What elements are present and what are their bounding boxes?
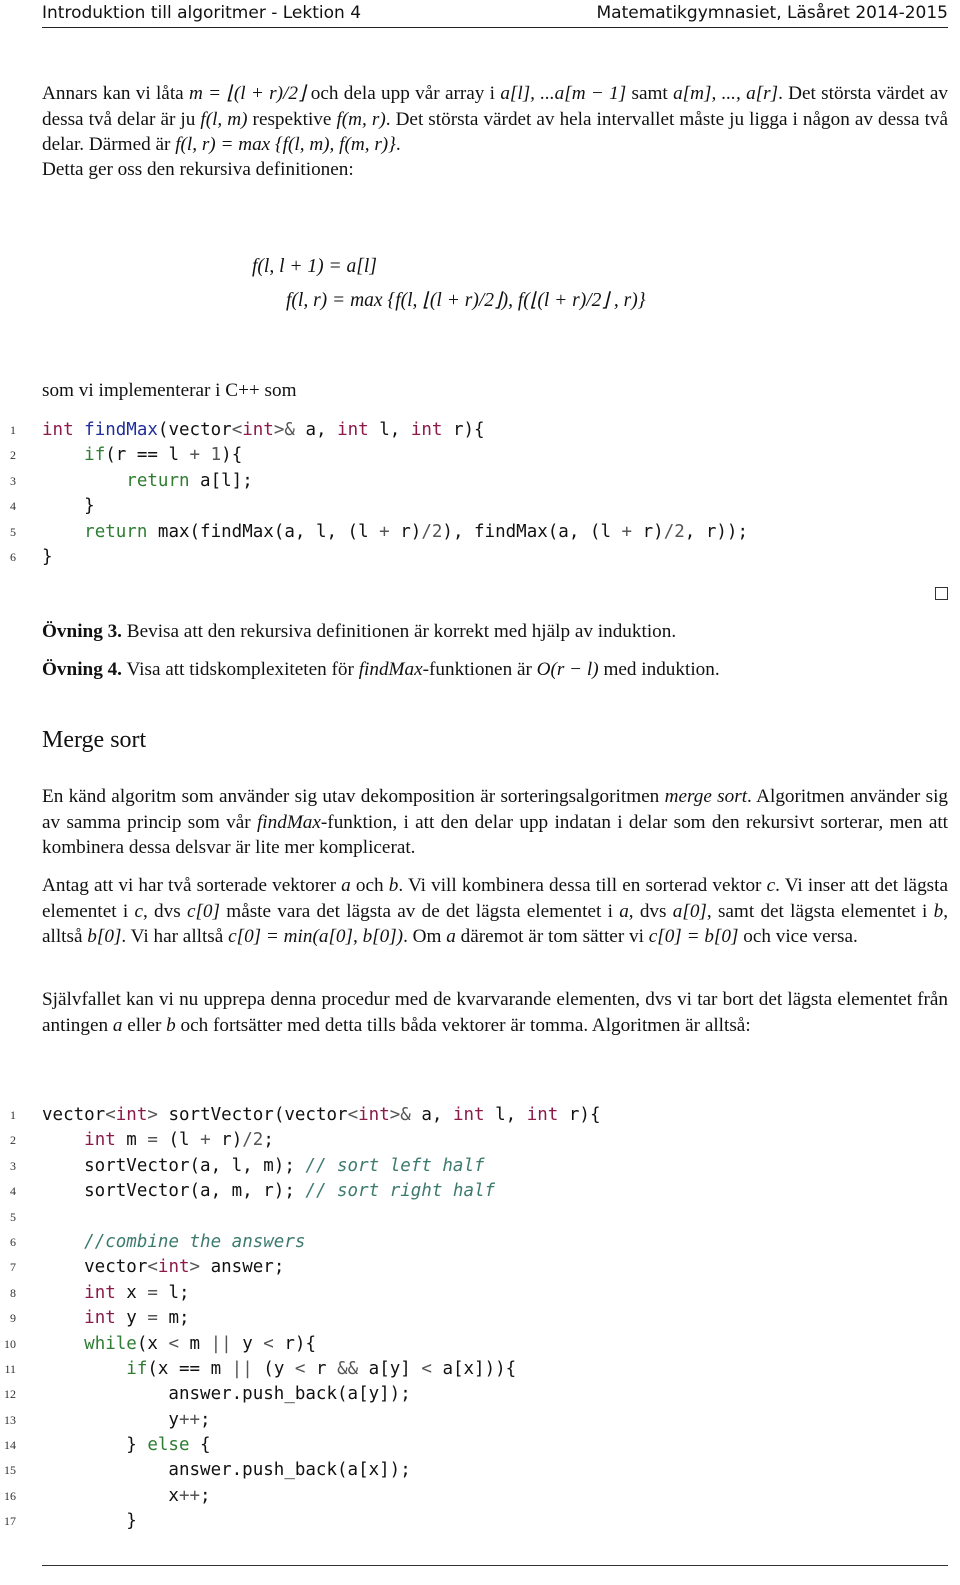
code-text: int findMax(vector<int>& a, int l, int r… (42, 420, 485, 440)
line-number: 13 (4, 1412, 16, 1427)
line-number: 1 (10, 1108, 16, 1122)
code-text: vector<int> answer; (42, 1257, 285, 1278)
code-text: sortVector(a, m, r); // sort right half (42, 1181, 496, 1202)
code-listing-sortvector: 1 vector<int> sortVector(vector<int>& a, … (0, 1103, 960, 1535)
line-number: 4 (10, 499, 16, 514)
line-number: 14 (4, 1438, 16, 1453)
code-line: 5 return max(findMax(a, l, (l + r)/2), f… (0, 520, 960, 545)
code-line: 16 x++; (0, 1484, 960, 1509)
exercise-3-label: Övning 3. (42, 621, 122, 642)
line-number: 11 (4, 1361, 16, 1376)
code-text: int x = l; (84, 1282, 190, 1303)
math-right-range: a[m], ..., a[r] (673, 83, 779, 104)
line-number: 2 (10, 448, 16, 463)
code-line: 5 (0, 1205, 960, 1230)
math-f-lr-max: f(l, r) = max {f(l, m), f(m, r)} (175, 134, 396, 155)
qed-box-icon (935, 587, 948, 600)
code-line: 14 } else { (0, 1433, 960, 1458)
footer-rule (42, 1565, 948, 1566)
code-line: 7 vector<int> answer; (0, 1255, 960, 1280)
code-line: 1 vector<int> sortVector(vector<int>& a, … (0, 1103, 960, 1128)
merge-paragraph-2: Antag att vi har två sorterade vektorer … (42, 875, 948, 947)
code-line: 11 if(x == m || (y < r && a[y] < a[x])){ (0, 1357, 960, 1382)
code-text: int m = (l + r)/2; (84, 1130, 274, 1151)
code-listing-findmax: 1 int findMax(vector<int>& a, int l, int … (0, 418, 960, 570)
exercise-3-text: Bevisa att den rekursiva definitionen är… (126, 621, 677, 642)
code-line: 3 return a[l]; (0, 469, 960, 494)
line-number: 4 (10, 1184, 16, 1199)
code-text: answer.push_back(a[x]); (42, 1460, 411, 1481)
line-number: 5 (10, 524, 16, 539)
line-number: 17 (4, 1514, 16, 1529)
line-number: 12 (4, 1387, 16, 1402)
exercise-3: Övning 3. Bevisa att den rekursiva defin… (42, 621, 676, 643)
code-text: } (42, 496, 95, 517)
code-text: y++; (42, 1409, 211, 1430)
code-line: 8 int x = l; (0, 1281, 960, 1306)
code-line: 4 sortVector(a, m, r); // sort right hal… (0, 1179, 960, 1204)
code-line: 13 y++; (0, 1408, 960, 1433)
code-line: 1 int findMax(vector<int>& a, int l, int … (0, 418, 960, 443)
merge-paragraph-3: Självfallet kan vi nu upprepa denna proc… (42, 989, 948, 1036)
line-number: 16 (4, 1488, 16, 1503)
code-line: 2 if(r == l + 1){ (0, 443, 960, 468)
code-line: 12 answer.push_back(a[y]); (0, 1382, 960, 1407)
running-header: Introduktion till algoritmer - Lektion 4… (42, 0, 948, 28)
section-title: Merge sort (42, 727, 147, 753)
line-number: 7 (10, 1260, 16, 1275)
line-number: 3 (10, 1158, 16, 1173)
line-number: 6 (10, 1234, 16, 1249)
code-line: 10 while(x < m || y < r){ (0, 1332, 960, 1357)
code-line: 15 answer.push_back(a[x]); (0, 1458, 960, 1483)
code-line: 4 } (0, 494, 960, 519)
line-number: 1 (10, 423, 16, 437)
math-f-mr: f(m, r) (336, 108, 386, 130)
impl-intro-text: som vi implementerar i C++ som (42, 380, 297, 401)
intro-paragraph-2: Detta ger oss den rekursiva definitionen… (42, 159, 354, 180)
code-text: vector<int> sortVector(vector<int>& a, i… (42, 1105, 601, 1125)
code-text: //combine the answers (84, 1231, 306, 1252)
exercise-4-label: Övning 4. (42, 659, 122, 680)
code-text: x++; (42, 1485, 211, 1506)
code-text: if(r == l + 1){ (84, 445, 243, 466)
code-text: } (42, 1511, 137, 1532)
code-line: 6} (0, 545, 960, 570)
line-number: 5 (10, 1209, 16, 1224)
code-text: if(x == m || (y < r && a[y] < a[x])){ (126, 1358, 517, 1379)
code-text: answer.push_back(a[y]); (42, 1384, 411, 1405)
exercise-4: Övning 4. Visa att tidskomplexiteten för… (42, 659, 720, 680)
code-text: } else { (42, 1435, 211, 1456)
code-line: 3 sortVector(a, l, m); // sort left half (0, 1154, 960, 1179)
code-text: } (42, 546, 53, 567)
code-line: 2 int m = (l + r)/2; (0, 1128, 960, 1153)
code-line: 17 } (0, 1509, 960, 1534)
line-number: 2 (10, 1133, 16, 1148)
intro-paragraph-1: Annars kan vi låta m = ⌊(l + r)/2⌋ och d… (42, 83, 949, 155)
code-text: sortVector(a, l, m); // sort left half (42, 1155, 485, 1176)
code-text: return max(findMax(a, l, (l + r)/2), fin… (84, 521, 748, 542)
equation-base-case: f(l, l + 1) = a[l] (252, 256, 377, 277)
math-f-lm: f(l, m) (200, 108, 248, 130)
line-number: 3 (10, 473, 16, 488)
code-text: return a[l]; (126, 470, 253, 491)
math-left-range: a[l], ...a[m − 1] (500, 83, 627, 104)
merge-paragraph-1: En känd algoritm som använder sig utav d… (42, 786, 949, 858)
code-line: 6 //combine the answers (0, 1230, 960, 1255)
line-number: 15 (4, 1463, 16, 1478)
line-number: 9 (10, 1311, 16, 1326)
line-number: 8 (10, 1285, 16, 1300)
code-text: while(x < m || y < r){ (84, 1333, 316, 1354)
header-course-title: Introduktion till algoritmer - Lektion 4 (42, 3, 362, 23)
line-number: 10 (4, 1336, 16, 1351)
code-line: 9 int y = m; (0, 1306, 960, 1331)
line-number: 6 (10, 549, 16, 564)
code-text: int y = m; (84, 1308, 190, 1329)
equation-recursive-case: f(l, r) = max {f(l, ⌊(l + r)/2⌋), f(⌊(l … (286, 290, 646, 311)
math-m-def: m = ⌊(l + r)/2⌋ (188, 83, 306, 104)
header-school-year: Matematikgymnasiet, Läsåret 2014-2015 (596, 3, 948, 23)
